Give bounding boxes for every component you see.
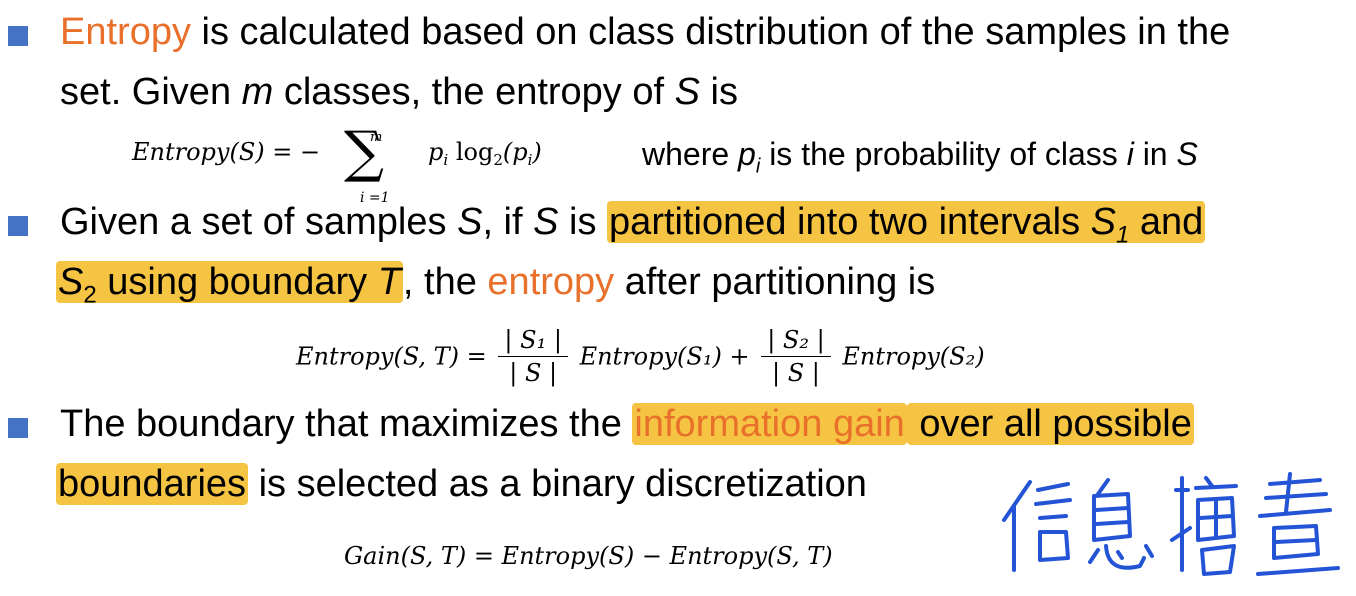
- highlight-boundary: S2 using boundary T: [56, 261, 403, 309]
- bullet-marker-2: [8, 216, 28, 236]
- bullet2-line1: Given a set of samples S, if S is partit…: [60, 201, 1206, 249]
- bullet-marker-1: [8, 26, 28, 46]
- sum-upper-limit: m: [370, 130, 383, 145]
- bullet3-line2: boundaries is selected as a binary discr…: [56, 463, 867, 505]
- fraction-s2: | S₂ | | S |: [761, 326, 831, 387]
- bullet1-line2: set. Given m classes, the entropy of S i…: [60, 71, 738, 113]
- probability-note: where pi is the probability of class i i…: [642, 136, 1198, 178]
- gain-formula: Gain(S, T) = Entropy(S) − Entropy(S, T): [344, 542, 833, 570]
- entropy-term: Entropy: [60, 11, 191, 53]
- bullet-marker-3: [8, 418, 28, 438]
- partition-entropy-formula: Entropy(S, T) = | S₁ | | S | Entropy(S₁) …: [296, 326, 985, 387]
- bullet1-line1: Entropy is calculated based on class dis…: [60, 11, 1231, 53]
- highlight-information-gain: information gain: [632, 403, 907, 445]
- sum-body: pi log2(pi): [428, 138, 542, 169]
- entropy-formula: Entropy(S) = − ∑ m i =1 pi log2(pi): [132, 120, 542, 206]
- entropy-term-2: entropy: [487, 261, 615, 303]
- highlight-boundaries: boundaries: [56, 463, 249, 505]
- fraction-s1: | S₁ | | S |: [498, 326, 568, 387]
- highlight-over-all: over all possible: [906, 403, 1194, 445]
- bullet2-line2: S2 using boundary T, the entropy after p…: [56, 261, 936, 309]
- bullet3-line1: The boundary that maximizes the informat…: [60, 403, 1194, 445]
- handwritten-annotation: [1002, 472, 1340, 576]
- highlight-partition: partitioned into two intervals S1 and: [607, 201, 1206, 249]
